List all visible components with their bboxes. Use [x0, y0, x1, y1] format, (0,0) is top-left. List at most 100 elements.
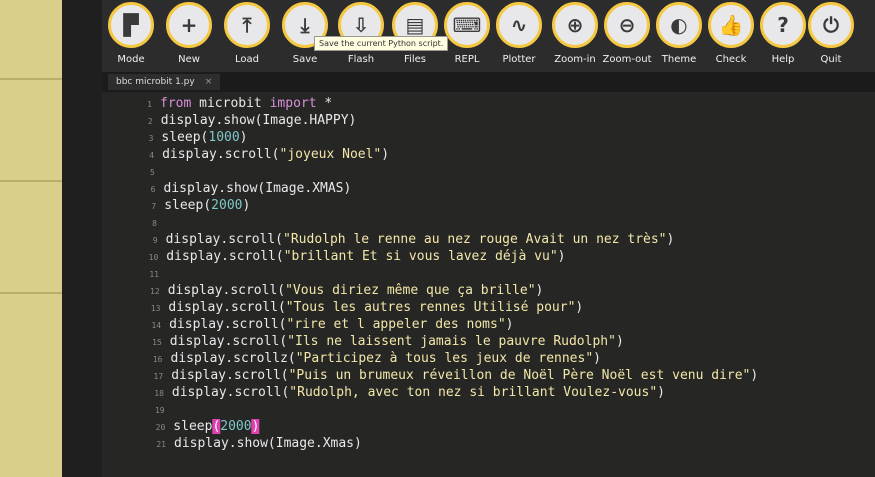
toolbar-button-plotter[interactable]: ∿ Plotter [492, 2, 546, 65]
toolbar-button-check[interactable]: 👍 Check [704, 2, 758, 65]
toolbar-button-label: Theme [661, 54, 697, 65]
line-number: 11 [149, 270, 159, 279]
code-line[interactable]: 13 display.scroll("Tous les autres rennes… [110, 300, 875, 318]
toolbar-button-flash[interactable]: ⇩ Flash [334, 2, 388, 65]
code-text: sleep(1000) [161, 130, 247, 145]
code-token: "Ils ne laissent jamais le pauvre Rudolp… [287, 334, 616, 349]
tab-bar: bbc microbit 1.py × [102, 72, 875, 92]
code-line[interactable]: 14 display.scroll("rire et l appeler des … [111, 317, 875, 335]
close-tab-icon[interactable]: × [205, 77, 213, 87]
code-line[interactable]: 1 from microbit import * [102, 96, 875, 114]
code-token: display.scroll( [171, 368, 289, 383]
code-editor[interactable]: 1 from microbit import * 2 display.show(Ima… [102, 92, 875, 477]
code-line[interactable]: 9 display.scroll("Rudolph le renne au nez… [108, 232, 875, 250]
code-text: display.scroll("Puis un brumeux réveillo… [171, 368, 758, 383]
code-text: display.scroll("brillant Et si vous lave… [166, 249, 565, 264]
code-token: display.show(Image.HAPPY) [160, 113, 357, 128]
code-line[interactable]: 21 display.show(Image.Xmas) [116, 436, 875, 454]
code-line[interactable]: 19 [115, 402, 875, 420]
toolbar-button-new[interactable]: + New [162, 2, 216, 65]
code-token: "joyeux Noel" [279, 147, 382, 162]
toolbar-button-zoom-in[interactable]: ⊕ Zoom-in [548, 2, 602, 65]
code-line[interactable]: 15 display.scroll("Ils ne laissent jamais… [112, 334, 875, 352]
theme-icon: ◐ [656, 2, 702, 48]
toolbar-button-help[interactable]: ? Help [756, 2, 810, 65]
code-token: ) [505, 317, 514, 332]
code-token: microbit [199, 96, 270, 111]
toolbar-button-quit[interactable]: ⏻ Quit [804, 2, 858, 65]
code-line[interactable]: 20 sleep(2000) [115, 419, 875, 437]
code-text: display.scroll("Ils ne laissent jamais l… [170, 334, 624, 349]
line-number: 18 [154, 389, 164, 398]
code-token: display.scroll( [167, 283, 286, 298]
zoom-out-icon: ⊖ [604, 2, 650, 48]
code-token: ) [575, 300, 584, 315]
code-line[interactable]: 17 display.scroll("Puis un brumeux réveil… [113, 368, 875, 386]
toolbar-button-files[interactable]: ▤ Files [388, 2, 442, 65]
code-line[interactable]: 18 display.scroll("Rudolph, avec ton nez … [114, 385, 875, 403]
toolbar-button-label: Files [404, 54, 426, 65]
code-token: 2000 [211, 198, 243, 213]
code-line[interactable]: 8 [107, 215, 875, 233]
toolbar-button-label: Zoom-in [554, 54, 596, 65]
toolbar-button-mode[interactable]: ▛ Mode [104, 2, 158, 65]
code-token: import [269, 96, 317, 111]
line-number: 10 [148, 253, 159, 262]
code-line[interactable]: 3 sleep(1000) [103, 130, 875, 148]
code-line[interactable]: 10 display.scroll("brillant Et si vous la… [108, 249, 875, 267]
code-line[interactable]: 4 display.scroll("joyeux Noel") [104, 147, 875, 165]
code-token: display.scroll( [169, 317, 287, 332]
code-text: from microbit import * [160, 96, 332, 111]
new-icon: + [166, 2, 212, 48]
line-number: 15 [152, 338, 162, 347]
check-icon: 👍 [708, 2, 754, 48]
line-number: 7 [151, 202, 157, 211]
code-token: ) [557, 249, 566, 264]
tab-bbc-microbit[interactable]: bbc microbit 1.py × [108, 74, 221, 90]
line-number: 16 [152, 355, 163, 364]
code-line[interactable]: 5 [105, 164, 875, 182]
code-token: ) [535, 283, 544, 298]
code-text: display.show(Image.HAPPY) [161, 113, 357, 128]
plotter-icon: ∿ [496, 2, 542, 48]
toolbar-button-label: Check [715, 54, 747, 65]
code-text: display.scrollz("Participez à tous les j… [171, 351, 601, 366]
code-text: sleep(2000) [173, 419, 260, 434]
code-text: display.scroll("Rudolph le renne au nez … [166, 232, 675, 247]
code-line[interactable]: 11 [109, 266, 875, 284]
toolbar-button-label: Save [292, 54, 318, 65]
code-token: ) [657, 385, 665, 400]
code-line[interactable]: 2 display.show(Image.HAPPY) [103, 113, 875, 131]
line-number: 6 [150, 185, 156, 194]
code-token: ) [750, 368, 759, 383]
toolbar-button-label: Zoom-out [602, 54, 652, 65]
line-number: 8 [152, 219, 157, 228]
code-token: * [316, 96, 333, 111]
toolbar-button-save[interactable]: ⤓ Save [278, 2, 332, 65]
code-line[interactable]: 6 display.show(Image.XMAS) [106, 181, 875, 199]
toolbar-button-zoom-out[interactable]: ⊖ Zoom-out [600, 2, 654, 65]
code-token: sleep( [161, 130, 209, 145]
toolbar-button-theme[interactable]: ◐ Theme [652, 2, 706, 65]
toolbar-button-label: REPL [454, 54, 480, 65]
code-token: ) [239, 130, 248, 145]
toolbar-button-label: Mode [117, 54, 145, 65]
line-number: 2 [147, 117, 153, 126]
code-token: ) [242, 198, 251, 213]
code-text: display.scroll("Rudolph, avec ton nez si… [172, 385, 665, 400]
help-icon: ? [760, 2, 806, 48]
code-token: ) [251, 419, 260, 434]
toolbar: ▛ Mode + New ⤒ Load ⤓ Save ⇩ Flash ▤ Files ⌨ REPL ∿ Plo… [102, 0, 875, 72]
line-number: 20 [155, 423, 166, 432]
code-token: ) [666, 232, 675, 247]
load-icon: ⤒ [224, 2, 270, 48]
toolbar-button-label: Plotter [502, 54, 536, 65]
code-token: display.scroll( [168, 300, 286, 315]
code-line[interactable]: 16 display.scrollz("Participez à tous les… [113, 351, 875, 369]
code-token: ( [212, 419, 221, 434]
toolbar-button-load[interactable]: ⤒ Load [220, 2, 274, 65]
code-line[interactable]: 12 display.scroll("Vous diriez même que ç… [110, 283, 875, 301]
code-text: display.scroll("Vous diriez même que ça … [168, 283, 544, 298]
code-line[interactable]: 7 sleep(2000) [106, 198, 875, 216]
toolbar-button-repl[interactable]: ⌨ REPL [440, 2, 494, 65]
